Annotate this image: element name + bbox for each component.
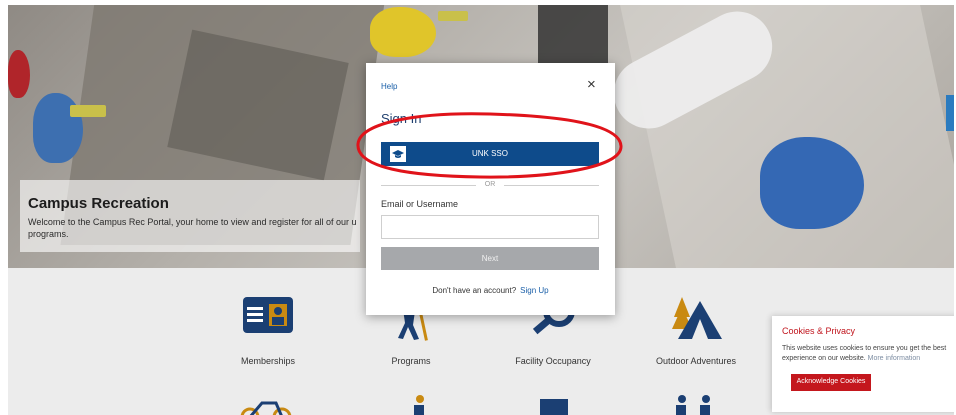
tile-label: Facility Occupancy <box>515 356 591 366</box>
id-card-icon <box>243 297 293 333</box>
signup-row: Don't have an account? Sign Up <box>366 286 615 295</box>
modal-title: Sign In <box>381 111 422 126</box>
or-text: OR <box>484 181 496 188</box>
sso-button[interactable]: UNK SSO <box>381 142 599 166</box>
cookie-text: This website uses cookies to ensure you … <box>782 344 954 364</box>
help-link[interactable]: Help <box>381 82 397 91</box>
climbing-hold <box>760 137 864 229</box>
cookie-banner: Cookies & Privacy This website uses cook… <box>772 316 954 412</box>
next-button[interactable]: Next <box>381 247 599 270</box>
hero-title: Campus Recreation <box>28 195 169 212</box>
acknowledge-cookies-label: Acknowledge Cookies <box>796 378 866 385</box>
climbing-hold <box>33 93 83 163</box>
tent-icon <box>672 297 722 339</box>
hero-caption: Campus Recreation Welcome to the Campus … <box>20 180 360 252</box>
email-label: Email or Username <box>381 199 459 209</box>
side-tab[interactable] <box>946 95 954 131</box>
close-icon[interactable]: × <box>587 77 596 92</box>
cookie-message: This website uses cookies to ensure you … <box>782 345 947 362</box>
next-button-label: Next <box>481 254 499 263</box>
tile-label: Outdoor Adventures <box>655 356 737 366</box>
climbing-hold <box>8 50 30 98</box>
team-icon <box>676 395 710 415</box>
hero-text: Welcome to the Campus Rec Portal, your h… <box>28 217 357 239</box>
more-information-link[interactable]: More information <box>868 355 921 362</box>
sso-button-label: UNK SSO <box>471 149 508 158</box>
tile-label: Memberships <box>240 356 296 366</box>
sign-in-modal: Help × Sign In UNK SSO OR Email or Usern… <box>366 63 615 315</box>
no-account-text: Don't have an account? <box>432 286 517 295</box>
bike-icon <box>240 401 292 415</box>
trophy-icon <box>540 399 568 415</box>
acknowledge-cookies-button[interactable]: Acknowledge Cookies <box>791 374 871 391</box>
cookie-title: Cookies & Privacy <box>782 326 856 336</box>
screen: Campus Recreation Welcome to the Campus … <box>8 5 954 415</box>
or-divider: OR <box>381 181 599 191</box>
climbing-hold <box>370 7 436 57</box>
email-field[interactable] <box>381 215 599 239</box>
athlete-icon <box>414 395 424 415</box>
tile-label: Programs <box>391 356 431 366</box>
sign-up-link[interactable]: Sign Up <box>520 286 548 295</box>
